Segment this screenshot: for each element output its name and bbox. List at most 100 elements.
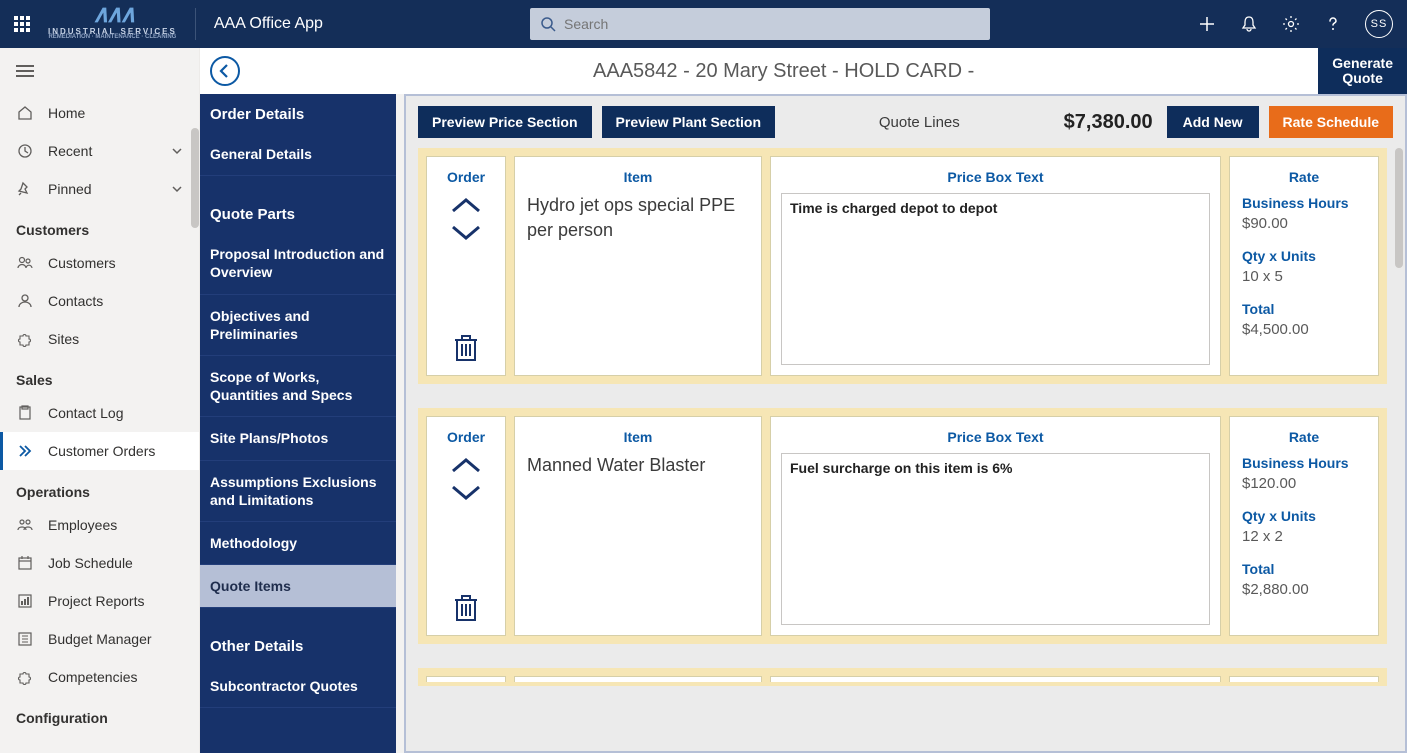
nav-section-configuration: Configuration — [0, 696, 199, 732]
nav-label: Customers — [48, 255, 116, 271]
nav-sites[interactable]: Sites — [0, 320, 199, 358]
move-down-button[interactable] — [449, 219, 483, 245]
nav-budget-manager[interactable]: Budget Manager — [0, 620, 199, 658]
app-name: AAA Office App — [214, 15, 323, 33]
col-rate: Rate — [1242, 165, 1366, 193]
move-down-button[interactable] — [449, 479, 483, 505]
secnav-methodology[interactable]: Methodology — [200, 522, 396, 565]
rate-qty-value: 10 x 5 — [1242, 268, 1366, 285]
rate-bh-value: $90.00 — [1242, 215, 1366, 232]
quote-line-card: Order Item Hydro jet ops special PPE per… — [418, 148, 1387, 384]
search-input[interactable] — [564, 16, 980, 32]
nav-pinned[interactable]: Pinned — [0, 170, 199, 208]
nav-label: Job Schedule — [48, 555, 133, 571]
col-order: Order — [447, 165, 485, 193]
clock-icon — [16, 142, 34, 160]
move-up-button[interactable] — [449, 193, 483, 219]
main-panel: Preview Price Section Preview Plant Sect… — [404, 94, 1407, 753]
rate-qty-value: 12 x 2 — [1242, 528, 1366, 545]
help-icon[interactable] — [1323, 14, 1343, 34]
secnav-quote-items[interactable]: Quote Items — [200, 565, 396, 608]
nav-label: Employees — [48, 517, 117, 533]
nav-competencies[interactable]: Competencies — [0, 658, 199, 696]
secnav-header-order-details: Order Details — [200, 94, 396, 133]
col-item: Item — [527, 425, 749, 453]
secnav-proposal[interactable]: Proposal Introduction and Overview — [200, 233, 396, 294]
nav-section-operations: Operations — [0, 470, 199, 506]
global-search[interactable] — [530, 8, 990, 40]
topbar-divider — [195, 8, 196, 40]
back-button[interactable] — [210, 56, 240, 86]
quote-toolbar: Preview Price Section Preview Plant Sect… — [406, 96, 1405, 148]
nav-label: Sites — [48, 331, 79, 347]
preview-plant-button[interactable]: Preview Plant Section — [602, 106, 776, 138]
secnav-header-other-details: Other Details — [200, 626, 396, 665]
gear-icon[interactable] — [1281, 14, 1301, 34]
nav-customers[interactable]: Customers — [0, 244, 199, 282]
nav-label: Pinned — [48, 181, 92, 197]
move-up-button[interactable] — [449, 453, 483, 479]
generate-quote-button[interactable]: Generate Quote — [1317, 48, 1407, 94]
nav-label: Contacts — [48, 293, 103, 309]
calendar-icon — [16, 554, 34, 572]
delete-button[interactable] — [452, 333, 480, 363]
rate-qty-label: Qty x Units — [1242, 248, 1366, 264]
col-price-box: Price Box Text — [781, 425, 1210, 453]
rate-bh-value: $120.00 — [1242, 475, 1366, 492]
rate-total-label: Total — [1242, 301, 1366, 317]
people-icon — [16, 254, 34, 272]
delete-button[interactable] — [452, 593, 480, 623]
price-box-input[interactable]: Fuel surcharge on this item is 6% — [781, 453, 1210, 625]
chevron-down-icon — [171, 183, 183, 195]
budget-icon — [16, 630, 34, 648]
secnav-scope[interactable]: Scope of Works, Quantities and Specs — [200, 356, 396, 417]
secnav-objectives[interactable]: Objectives and Preliminaries — [200, 295, 396, 356]
add-icon[interactable] — [1197, 14, 1217, 34]
add-new-button[interactable]: Add New — [1167, 106, 1259, 138]
rate-total-value: $2,880.00 — [1242, 581, 1366, 598]
nav-section-customers: Customers — [0, 208, 199, 244]
quote-lines-label: Quote Lines — [785, 114, 1054, 131]
bell-icon[interactable] — [1239, 14, 1259, 34]
quote-total: $7,380.00 — [1064, 111, 1153, 134]
home-icon — [16, 104, 34, 122]
rate-qty-label: Qty x Units — [1242, 508, 1366, 524]
page-title: AAA5842 - 20 Mary Street - HOLD CARD - — [250, 60, 1317, 83]
secnav-subcontractor[interactable]: Subcontractor Quotes — [200, 665, 396, 708]
nav-recent[interactable]: Recent — [0, 132, 199, 170]
team-icon — [16, 516, 34, 534]
nav-customer-orders[interactable]: Customer Orders — [0, 432, 199, 470]
nav-collapse-icon[interactable] — [0, 48, 199, 94]
nav-job-schedule[interactable]: Job Schedule — [0, 544, 199, 582]
secnav-assumptions[interactable]: Assumptions Exclusions and Limitations — [200, 461, 396, 522]
left-nav: Home Recent Pinned Customers Customers C… — [0, 48, 200, 753]
nav-project-reports[interactable]: Project Reports — [0, 582, 199, 620]
nav-employees[interactable]: Employees — [0, 506, 199, 544]
col-item: Item — [527, 165, 749, 193]
secnav-general-details[interactable]: General Details — [200, 133, 396, 176]
nav-home[interactable]: Home — [0, 94, 199, 132]
rate-schedule-button[interactable]: Rate Schedule — [1269, 106, 1393, 138]
app-launcher-icon[interactable] — [14, 16, 30, 32]
nav-label: Home — [48, 105, 85, 121]
nav-contacts[interactable]: Contacts — [0, 282, 199, 320]
nav-label: Contact Log — [48, 405, 124, 421]
pin-icon — [16, 180, 34, 198]
puzzle-icon — [16, 668, 34, 686]
nav-contact-log[interactable]: Contact Log — [0, 394, 199, 432]
nav-label: Customer Orders — [48, 443, 155, 459]
lines-scrollbar[interactable] — [1395, 148, 1403, 268]
preview-price-button[interactable]: Preview Price Section — [418, 106, 592, 138]
rate-bh-label: Business Hours — [1242, 455, 1366, 471]
person-icon — [16, 292, 34, 310]
title-bar: AAA5842 - 20 Mary Street - HOLD CARD - G… — [200, 48, 1407, 94]
price-box-input[interactable]: Time is charged depot to depot — [781, 193, 1210, 365]
double-chevron-right-icon — [16, 442, 34, 460]
brand-block: ∧∧∧ INDUSTRIAL SERVICES REMEDIATION · MA… — [48, 8, 177, 40]
nav-label: Recent — [48, 143, 92, 159]
nav-label: Project Reports — [48, 593, 144, 609]
user-avatar[interactable]: SS — [1365, 10, 1393, 38]
secnav-site-plans[interactable]: Site Plans/Photos — [200, 417, 396, 460]
quote-lines-list: Order Item Hydro jet ops special PPE per… — [406, 148, 1405, 751]
clipboard-icon — [16, 404, 34, 422]
